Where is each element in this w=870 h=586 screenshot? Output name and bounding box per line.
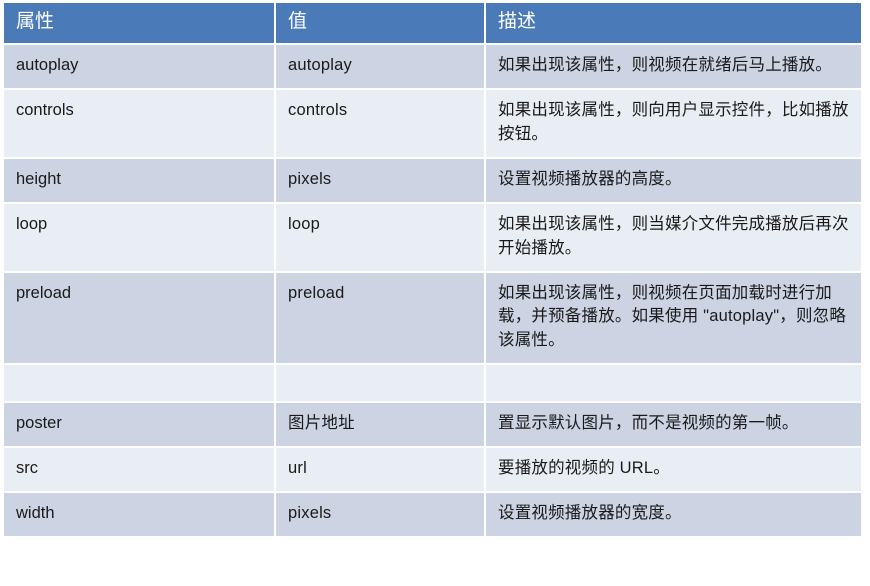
cell-value: pixels — [275, 157, 486, 204]
cell-attribute: controls — [4, 88, 276, 159]
cell-value: 图片地址 — [275, 402, 486, 449]
cell-description: 如果出现该属性，则向用户显示控件，比如播放按钮。 — [485, 88, 861, 159]
attributes-table: 属性 值 描述 autoplay autoplay 如果出现该属性，则视频在就绪后马… — [4, 3, 861, 539]
table-row: width pixels 设置视频播放器的宽度。 — [4, 492, 861, 539]
column-header-value: 值 — [275, 3, 486, 45]
cell-attribute: width — [4, 492, 276, 539]
table-header-row: 属性 值 描述 — [4, 3, 861, 45]
table-row: controls controls 如果出现该属性，则向用户显示控件，比如播放按钮。 — [4, 88, 861, 159]
cell-description: 置显示默认图片，而不是视频的第一帧。 — [485, 402, 861, 449]
cell-attribute: loop — [4, 202, 276, 273]
table-body: autoplay autoplay 如果出现该属性，则视频在就绪后马上播放。 cont… — [4, 44, 861, 539]
column-header-description: 描述 — [485, 3, 861, 45]
cell-description — [485, 364, 861, 404]
table-row: src url 要播放的视频的 URL。 — [4, 447, 861, 494]
cell-description: 设置视频播放器的宽度。 — [485, 492, 861, 539]
table-header: 属性 值 描述 — [4, 3, 861, 45]
cell-attribute — [4, 364, 276, 404]
cell-description: 如果出现该属性，则视频在就绪后马上播放。 — [485, 44, 861, 90]
cell-value: url — [275, 447, 486, 494]
cell-value: preload — [275, 271, 486, 366]
cell-attribute: height — [4, 157, 276, 204]
table-row: poster 图片地址 置显示默认图片，而不是视频的第一帧。 — [4, 402, 861, 449]
cell-value: pixels — [275, 492, 486, 539]
cell-value — [275, 364, 486, 404]
table-row: loop loop 如果出现该属性，则当媒介文件完成播放后再次开始播放。 — [4, 202, 861, 273]
cell-value: autoplay — [275, 44, 486, 90]
cell-attribute: poster — [4, 402, 276, 449]
table-row: autoplay autoplay 如果出现该属性，则视频在就绪后马上播放。 — [4, 44, 861, 90]
cell-description: 要播放的视频的 URL。 — [485, 447, 861, 494]
cell-attribute: autoplay — [4, 44, 276, 90]
cell-description: 如果出现该属性，则视频在页面加载时进行加载，并预备播放。如果使用 "autopl… — [485, 271, 861, 366]
column-header-attribute: 属性 — [4, 3, 276, 45]
cell-description: 如果出现该属性，则当媒介文件完成播放后再次开始播放。 — [485, 202, 861, 273]
cell-attribute: preload — [4, 271, 276, 366]
table-row: height pixels 设置视频播放器的高度。 — [4, 157, 861, 204]
cell-attribute: src — [4, 447, 276, 494]
table-row: preload preload 如果出现该属性，则视频在页面加载时进行加载，并预备播… — [4, 271, 861, 366]
cell-description: 设置视频播放器的高度。 — [485, 157, 861, 204]
cell-value: controls — [275, 88, 486, 159]
cell-value: loop — [275, 202, 486, 273]
table-row-empty — [4, 364, 861, 404]
